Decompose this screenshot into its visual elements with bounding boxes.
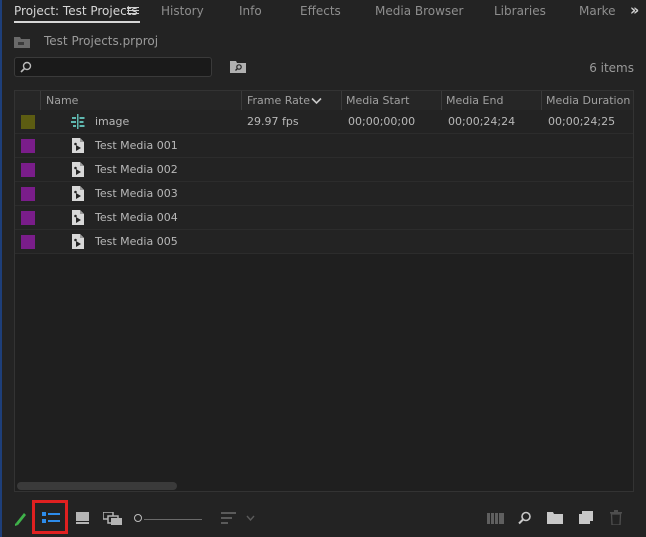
find-icon[interactable] xyxy=(518,511,532,525)
label-color-swatch[interactable] xyxy=(21,211,35,225)
column-header-media-start[interactable]: Media Start xyxy=(346,91,409,110)
column-header-frame-rate[interactable]: Frame Rate xyxy=(247,91,310,110)
table-row[interactable]: Test Media 001 xyxy=(15,134,633,158)
automate-to-sequence-icon[interactable] xyxy=(487,513,504,524)
label-color-swatch[interactable] xyxy=(21,163,35,177)
column-divider[interactable] xyxy=(40,91,41,110)
tab-info[interactable]: Info xyxy=(239,0,262,24)
icon-view-icon[interactable] xyxy=(76,512,89,524)
search-field[interactable] xyxy=(14,57,212,77)
list-header: Name Frame Rate Media Start Media End Me… xyxy=(15,91,633,111)
clear-trash-icon[interactable] xyxy=(610,510,622,525)
column-divider[interactable] xyxy=(341,91,342,110)
column-header-name[interactable]: Name xyxy=(46,91,78,110)
media-duration-value: 00;00;24;25 xyxy=(548,115,616,128)
search-input[interactable] xyxy=(37,59,211,77)
item-name: Test Media 002 xyxy=(95,163,178,176)
project-item-list[interactable]: Name Frame Rate Media Start Media End Me… xyxy=(14,90,634,492)
column-divider[interactable] xyxy=(441,91,442,110)
table-row[interactable]: Test Media 002 xyxy=(15,158,633,182)
zoom-slider-track[interactable] xyxy=(144,519,202,520)
search-icon xyxy=(20,61,32,73)
new-bin-icon[interactable] xyxy=(547,512,563,524)
item-count: 6 items xyxy=(589,61,634,75)
frame-rate-value: 29.97 fps xyxy=(247,115,299,128)
new-item-icon[interactable] xyxy=(579,511,593,524)
panel-left-edge xyxy=(0,0,2,537)
tab-effects[interactable]: Effects xyxy=(300,0,341,24)
column-header-media-duration[interactable]: Media Duration xyxy=(546,91,630,110)
sort-chevron-down-icon[interactable] xyxy=(311,97,322,105)
zoom-slider-handle[interactable] xyxy=(134,514,142,522)
sequence-icon xyxy=(71,114,85,129)
label-color-swatch[interactable] xyxy=(21,115,35,129)
item-name: Test Media 001 xyxy=(95,139,178,152)
pencil-icon[interactable] xyxy=(13,510,29,526)
item-name: Test Media 005 xyxy=(95,235,178,248)
label-color-swatch[interactable] xyxy=(21,139,35,153)
media-end-value: 00;00;24;24 xyxy=(448,115,516,128)
find-in-bin-icon[interactable] xyxy=(230,60,246,76)
panel-tab-bar: Project: Test Projects History Info Effe… xyxy=(2,0,646,24)
item-name: Test Media 004 xyxy=(95,211,178,224)
tab-overflow-chevron-icon[interactable]: ›› xyxy=(630,1,640,19)
media-file-icon xyxy=(72,186,84,201)
item-name: Test Media 003 xyxy=(95,187,178,200)
media-file-icon xyxy=(72,210,84,225)
label-color-swatch[interactable] xyxy=(21,187,35,201)
media-file-icon xyxy=(72,138,84,153)
table-row[interactable]: Test Media 003 xyxy=(15,182,633,206)
tab-libraries[interactable]: Libraries xyxy=(494,0,546,24)
column-header-media-end[interactable]: Media End xyxy=(446,91,503,110)
media-file-icon xyxy=(72,162,84,177)
column-divider[interactable] xyxy=(541,91,542,110)
tab-markers[interactable]: Marke xyxy=(579,0,616,24)
sort-chevron-down-icon[interactable] xyxy=(246,515,255,521)
freeform-view-icon[interactable] xyxy=(103,512,122,525)
list-view-highlight xyxy=(32,500,68,534)
project-folder-icon xyxy=(14,36,30,48)
item-name: image xyxy=(95,115,130,128)
media-file-icon xyxy=(72,234,84,249)
active-tab-underline xyxy=(14,21,140,23)
tab-media-browser[interactable]: Media Browser xyxy=(375,0,463,24)
media-start-value: 00;00;00;00 xyxy=(348,115,416,128)
table-row[interactable]: Test Media 004 xyxy=(15,206,633,230)
sort-icon[interactable] xyxy=(221,512,237,524)
table-row[interactable]: Test Media 005 xyxy=(15,230,633,254)
column-divider[interactable] xyxy=(241,91,242,110)
horizontal-scrollbar[interactable] xyxy=(17,482,177,490)
project-file-name: Test Projects.prproj xyxy=(44,34,159,48)
panel-menu-icon[interactable] xyxy=(127,5,139,17)
tab-history[interactable]: History xyxy=(161,0,204,24)
table-row[interactable]: image 29.97 fps 00;00;00;00 00;00;24;24 … xyxy=(15,110,633,134)
label-color-swatch[interactable] xyxy=(21,235,35,249)
